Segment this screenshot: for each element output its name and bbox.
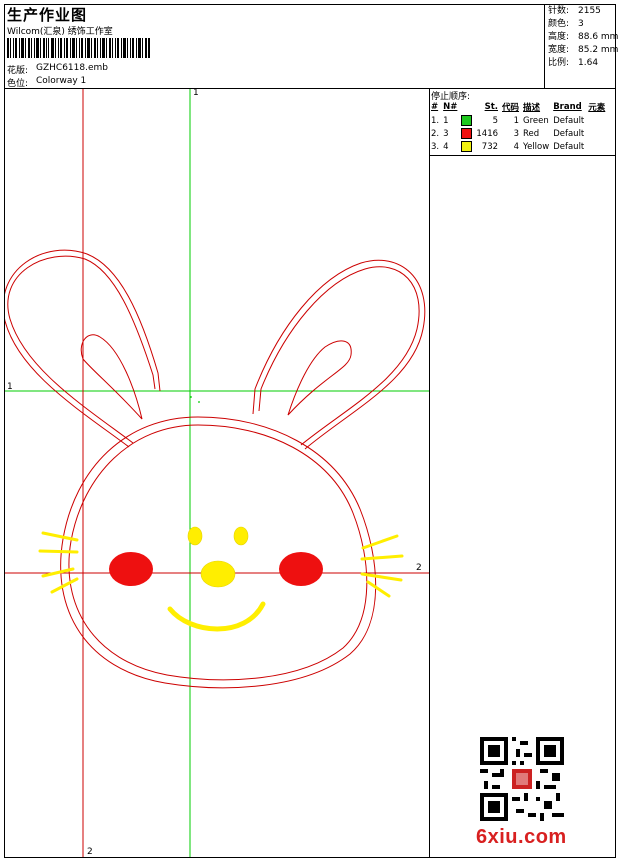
design-value: GZHC6118.emb (36, 63, 108, 73)
sidebar-divider (429, 88, 430, 858)
stat-stitches: 针数: 2155 (548, 6, 601, 16)
rabbit-face-yellow (187, 526, 249, 588)
stop-table-divider (429, 155, 616, 156)
smile (167, 601, 266, 632)
right-ear (252, 259, 426, 450)
right-cheek (279, 552, 323, 586)
green-guide-marker-left: 1 (7, 382, 13, 392)
col-description: 描述 (523, 103, 541, 113)
col-elements: 元素 (588, 103, 606, 113)
col-needle: N# (443, 102, 458, 112)
design-label: 花版: (7, 66, 29, 76)
rabbit-head (60, 416, 377, 689)
barcode-icon (7, 38, 150, 58)
right-eye (233, 526, 249, 546)
red-guide-marker-bottom: 2 (87, 847, 93, 857)
col-swatch (460, 101, 475, 114)
stat-height: 高度: 88.6 mm (548, 32, 619, 42)
design-stats: 针数: 2155 颜色: 3 高度: 88.6 mm 宽度: 85.2 mm 比例: 1.… (548, 5, 618, 70)
left-eye (187, 526, 203, 546)
company-name: Wilcom(汇泉) 绣饰工作室 (7, 27, 113, 37)
col-stitches: St. (484, 102, 499, 112)
table-row: 1. 1 5 1 Green Default (431, 115, 585, 126)
stat-scale: 比例: 1.64 (548, 58, 599, 68)
page-title: 生产作业图 (7, 6, 88, 24)
watermark-site: 6xiu.com (476, 826, 567, 848)
color-swatch-green (461, 115, 473, 126)
embroidery-canvas (5, 89, 429, 857)
left-cheek (109, 552, 153, 586)
stat-width: 宽度: 85.2 mm (548, 45, 619, 55)
color-swatch-red (461, 128, 473, 139)
green-stitch-dot (190, 396, 192, 398)
qr-code-icon (480, 737, 564, 821)
col-code: 代码 (502, 103, 520, 113)
colorway-label: 色位: (7, 79, 29, 89)
stop-sequence-table: # N# St. 代码 描述 Brand 元素 1. 1 5 1 Green D… (430, 101, 608, 153)
table-row: 2. 3 1416 3 Red Default (431, 128, 585, 139)
nose (200, 560, 236, 588)
left-whiskers (38, 531, 79, 594)
col-index: # (431, 102, 439, 112)
colorway-value: Colorway 1 (36, 76, 87, 86)
green-stitch-dot (198, 401, 200, 403)
red-guide-marker-right: 2 (416, 563, 422, 573)
green-guide-marker-top: 1 (193, 88, 199, 98)
right-whiskers (360, 534, 404, 598)
stat-colors: 颜色: 3 (548, 19, 584, 29)
col-brand: Brand (553, 102, 582, 112)
color-swatch-yellow (461, 141, 473, 152)
stats-divider (544, 4, 545, 88)
table-row: 3. 4 732 4 Yellow Default (431, 141, 585, 152)
table-header-row: # N# St. 代码 描述 Brand 元素 (430, 101, 608, 114)
